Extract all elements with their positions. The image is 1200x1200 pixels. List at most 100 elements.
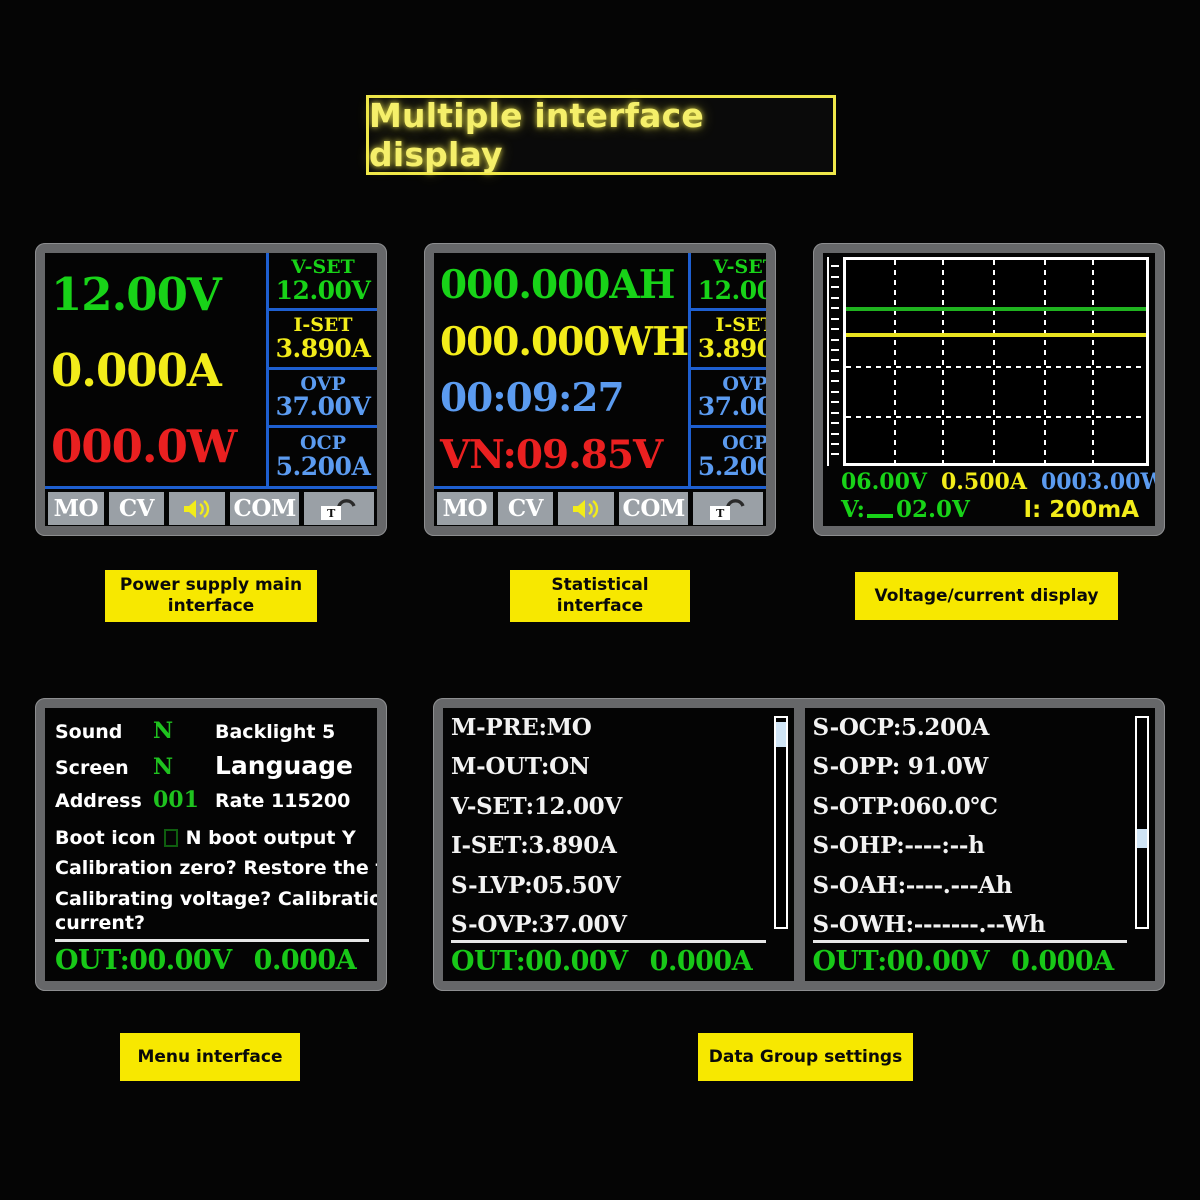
stat-param-ocp[interactable]: OCP 5.200A — [691, 428, 766, 486]
button-mo[interactable]: MO — [48, 492, 104, 525]
param-ocp[interactable]: OCP 5.200A — [269, 428, 377, 486]
stat-button-cv[interactable]: CV — [497, 492, 554, 525]
list-item[interactable]: S-LVP:05.50V — [451, 872, 766, 899]
data-group-right-output: OUT:00.00V 0.000A — [813, 943, 1150, 977]
stat-param-v-set-label: V-SET — [713, 256, 766, 279]
device-panel-scope: 06.00V 0.500A 0003.00W V: 02.0V I: 200mA — [813, 243, 1165, 536]
param-i-set[interactable]: I-SET 3.890A — [269, 311, 377, 370]
menu-line-calibrating-voltage[interactable]: Calibrating voltage? Calibration — [55, 887, 377, 911]
device-panel-main: 12.00V 0.000A 000.0W V-SET 12.00V I-SET … — [35, 243, 387, 536]
readout-amp-hours: 000.000AH — [440, 261, 676, 308]
unlock-icon: T — [321, 498, 356, 520]
list-item[interactable]: S-OCP:5.200A — [813, 714, 1128, 741]
list-item[interactable]: V-SET:12.00V — [451, 793, 766, 820]
param-v-set[interactable]: V-SET 12.00V — [269, 253, 377, 312]
grid-hline — [846, 365, 1146, 368]
stat-button-com[interactable]: COM — [618, 492, 689, 525]
grid-hline — [846, 416, 1146, 419]
trace-voltage — [846, 306, 1146, 311]
list-item[interactable]: S-OTP:060.0℃ — [813, 793, 1128, 820]
stat-param-i-set[interactable]: I-SET 3.890A — [691, 311, 766, 370]
grid-vline — [1092, 260, 1094, 463]
list-item[interactable]: S-OVP:37.00V — [451, 911, 766, 938]
param-v-set-value: 12.00V — [275, 275, 371, 305]
button-cv[interactable]: CV — [108, 492, 165, 525]
menu-label-boot-output: N boot output Y — [185, 827, 356, 849]
button-sound[interactable] — [169, 492, 225, 525]
page-root: Multiple interface display 12.00V 0.000A… — [0, 0, 1200, 1200]
list-item[interactable]: S-OPP: 91.0W — [813, 753, 1128, 780]
menu-row-sound[interactable]: Sound N Backlight 5 — [55, 718, 369, 744]
device-panel-statistical: 000.000AH 000.000WH 00:09:27 VN:09.85V V… — [424, 243, 776, 536]
dg-left-out-voltage: OUT:00.00V — [451, 946, 628, 977]
scrollbar-right[interactable] — [1135, 716, 1149, 929]
menu-label-address: Address — [55, 790, 142, 812]
stat-button-lock[interactable]: T — [693, 492, 764, 525]
svg-text:T: T — [716, 507, 725, 520]
param-ovp-value: 37.00V — [275, 392, 371, 422]
readout-elapsed-time: 00:09:27 — [440, 375, 625, 422]
menu-free-text: Boot icon N boot output Y Calibration ze… — [55, 820, 377, 935]
list-item[interactable]: S-OAH:----.---Ah — [813, 872, 1128, 899]
menu-row-address[interactable]: Address 001 Rate 115200 — [55, 787, 369, 813]
grid-vline — [942, 260, 944, 463]
scope-v-scale-label: V: — [841, 496, 866, 523]
stat-param-v-set[interactable]: V-SET 12.00V — [691, 253, 766, 312]
menu-value-screen: N — [153, 754, 174, 780]
menu-row-boot[interactable]: Boot icon N boot output Y — [55, 826, 369, 850]
readout-current: 0.000A — [51, 343, 222, 397]
menu-line-calibration-current[interactable]: current? — [55, 911, 369, 935]
menu-label-language: Language — [215, 751, 354, 780]
button-com[interactable]: COM — [229, 492, 300, 525]
page-title: Multiple interface display — [369, 96, 704, 174]
scope-power-readout: 0003.00W — [1040, 469, 1155, 495]
readout-watt-hours: 000.000WH — [440, 318, 689, 365]
statistical-button-bar: MO CV COM T — [434, 486, 766, 526]
scrollbar-left[interactable] — [773, 716, 788, 929]
menu-row-screen[interactable]: Screen N Language — [55, 751, 369, 780]
main-side-params: V-SET 12.00V I-SET 3.890A OVP 37.00V OCP… — [266, 253, 377, 486]
list-item[interactable]: S-OWH:-------.--Wh — [813, 911, 1128, 938]
scope-v-scale-value: 02.0V — [896, 496, 970, 523]
main-readouts: 12.00V 0.000A 000.0W — [45, 253, 266, 486]
stat-button-sound[interactable] — [558, 492, 614, 525]
v-trace-swatch — [867, 514, 894, 518]
dg-right-out-current: 0.000A — [1011, 946, 1114, 977]
caption-voltage-current-display: Voltage/current display — [855, 572, 1118, 620]
scope-footer: 06.00V 0.500A 0003.00W V: 02.0V I: 200mA — [827, 466, 1155, 523]
grid-vline — [894, 260, 896, 463]
scope-voltage-readout: 06.00V — [841, 469, 927, 495]
param-v-set-label: V-SET — [291, 256, 355, 279]
param-ocp-value: 5.200A — [275, 451, 371, 481]
statistical-readouts: 000.000AH 000.000WH 00:09:27 VN:09.85V — [434, 253, 689, 486]
stat-param-ocp-label: OCP — [722, 432, 766, 455]
dg-right-out-voltage: OUT:00.00V — [812, 946, 990, 977]
scope-plot-area[interactable] — [843, 257, 1149, 466]
speaker-icon — [573, 499, 599, 518]
trace-current — [846, 333, 1146, 338]
stat-param-i-set-label: I-SET — [715, 314, 766, 337]
menu-line-calibration-zero[interactable]: Calibration zero? Restore the factory? — [55, 856, 377, 880]
menu-out-voltage: OUT:00.00V — [55, 945, 232, 977]
data-group-right: S-OCP:5.200A S-OPP: 91.0W S-OTP:060.0℃ S… — [804, 708, 1155, 981]
list-item[interactable]: S-OHP:----:--h — [813, 832, 1128, 859]
readout-vn: VN:09.85V — [440, 432, 663, 479]
list-item[interactable]: M-PRE:MO — [451, 714, 766, 741]
readout-power: 000.0W — [51, 419, 237, 473]
stat-param-ovp-value: 37.00V — [697, 392, 766, 422]
list-item[interactable]: M-OUT:ON — [451, 753, 766, 780]
stat-button-mo[interactable]: MO — [437, 492, 493, 525]
stat-param-ovp[interactable]: OVP 37.00V — [691, 370, 766, 428]
speaker-icon — [184, 499, 210, 518]
scrollbar-thumb — [1137, 828, 1147, 848]
button-lock[interactable]: T — [304, 492, 375, 525]
svg-text:T: T — [327, 507, 336, 520]
screen-data-group: M-PRE:MO M-OUT:ON V-SET:12.00V I-SET:3.8… — [443, 708, 1155, 981]
param-ovp[interactable]: OVP 37.00V — [269, 370, 377, 428]
menu-label-backlight: Backlight 5 — [215, 721, 336, 743]
param-i-set-label: I-SET — [293, 314, 353, 337]
scope-v-scale: V: 02.0V — [841, 496, 970, 523]
screen-scope: 06.00V 0.500A 0003.00W V: 02.0V I: 200mA — [823, 253, 1155, 526]
list-item[interactable]: I-SET:3.890A — [451, 832, 766, 859]
screen-main: 12.00V 0.000A 000.0W V-SET 12.00V I-SET … — [45, 253, 377, 526]
